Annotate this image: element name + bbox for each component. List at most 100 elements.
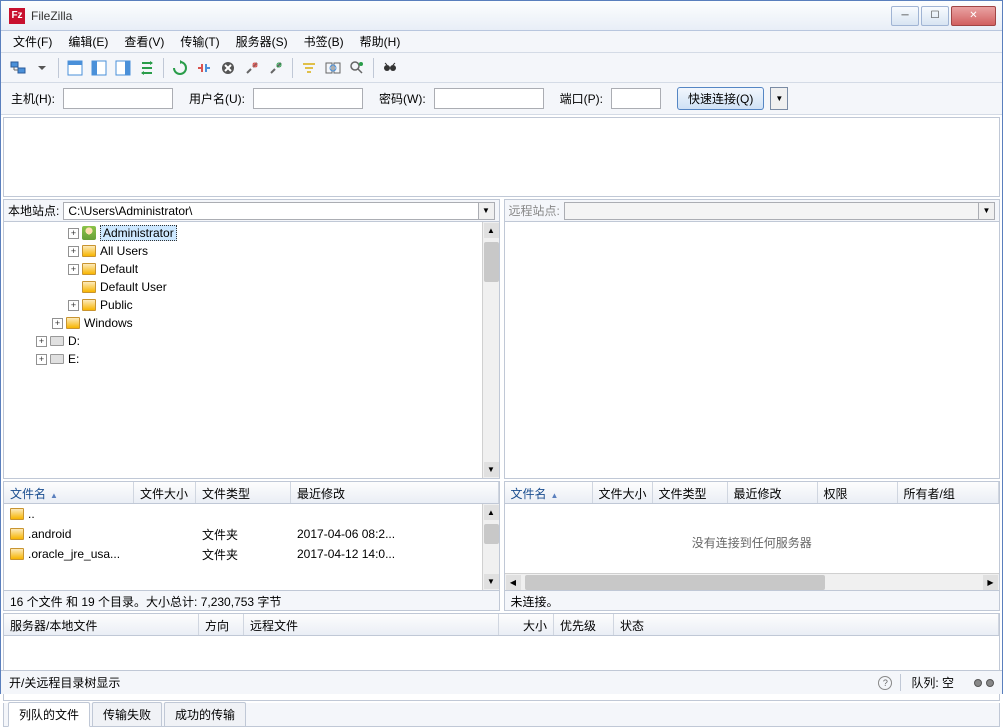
quickconnect-bar: 主机(H): 用户名(U): 密码(W): 端口(P): 快速连接(Q) ▼	[1, 83, 1002, 115]
col-dir[interactable]: 方向	[199, 614, 244, 635]
col-perm[interactable]: 权限	[818, 482, 898, 503]
tab-success[interactable]: 成功的传输	[164, 702, 246, 726]
port-label: 端口(P):	[560, 90, 603, 107]
tree-item[interactable]: +Administrator	[8, 224, 495, 242]
expand-icon[interactable]: +	[68, 264, 79, 275]
remote-tree[interactable]	[505, 222, 1000, 478]
folder-icon	[10, 508, 24, 520]
tree-label: Windows	[84, 316, 133, 330]
tree-item[interactable]: +Public	[8, 296, 495, 314]
tab-queued[interactable]: 列队的文件	[8, 702, 90, 727]
quickconnect-history-dropdown[interactable]: ▼	[770, 87, 788, 110]
menu-view[interactable]: 查看(V)	[116, 31, 172, 52]
toggle-queue-icon[interactable]	[136, 57, 158, 79]
toggle-log-icon[interactable]	[64, 57, 86, 79]
cancel-icon[interactable]	[217, 57, 239, 79]
host-input[interactable]	[63, 88, 173, 109]
sync-browse-icon[interactable]	[346, 57, 368, 79]
scrollbar-vertical[interactable]: ▲▼	[482, 222, 499, 478]
expand-icon[interactable]: +	[52, 318, 63, 329]
file-name: .android	[28, 527, 71, 541]
process-queue-icon[interactable]	[193, 57, 215, 79]
remote-empty-message: 没有连接到任何服务器	[505, 504, 1000, 551]
local-filelist[interactable]: 文件名▲ 文件大小 文件类型 最近修改 ...android文件夹2017-04…	[3, 481, 500, 591]
local-path-dropdown[interactable]: ▼	[479, 202, 495, 220]
quickconnect-button[interactable]: 快速连接(Q)	[677, 87, 764, 110]
col-priority[interactable]: 优先级	[554, 614, 614, 635]
toggle-local-tree-icon[interactable]	[88, 57, 110, 79]
col-modified[interactable]: 最近修改	[291, 482, 499, 503]
tree-item[interactable]: + E:	[8, 350, 495, 368]
refresh-icon[interactable]	[169, 57, 191, 79]
tree-item[interactable]: +D:	[8, 332, 495, 350]
compare-icon[interactable]	[322, 57, 344, 79]
remote-list-header: 文件名▲ 文件大小 文件类型 最近修改 权限 所有者/组	[505, 482, 1000, 504]
help-icon[interactable]: ?	[878, 676, 892, 690]
folder-icon	[82, 245, 96, 257]
menu-edit[interactable]: 编辑(E)	[60, 31, 116, 52]
col-status[interactable]: 状态	[614, 614, 999, 635]
minimize-button[interactable]: ─	[891, 6, 919, 26]
user-input[interactable]	[253, 88, 363, 109]
user-icon	[82, 226, 96, 240]
user-label: 用户名(U):	[189, 90, 245, 107]
tree-item[interactable]: + Windows	[8, 314, 495, 332]
queue-header: 服务器/本地文件 方向 远程文件 大小 优先级 状态	[4, 614, 999, 636]
tab-failed[interactable]: 传输失败	[92, 702, 162, 726]
close-button[interactable]: ✕	[951, 6, 996, 26]
expand-icon[interactable]: +	[36, 336, 47, 347]
col-size[interactable]: 文件大小	[134, 482, 196, 503]
menu-file[interactable]: 文件(F)	[5, 31, 60, 52]
local-list-header: 文件名▲ 文件大小 文件类型 最近修改	[4, 482, 499, 504]
col-modified[interactable]: 最近修改	[728, 482, 818, 503]
expand-icon[interactable]: +	[68, 246, 79, 257]
col-size[interactable]: 大小	[499, 614, 554, 635]
drive-icon	[50, 336, 64, 346]
titlebar: Fz FileZilla ─ ☐ ✕	[1, 1, 1002, 31]
col-type[interactable]: 文件类型	[653, 482, 728, 503]
col-remote[interactable]: 远程文件	[244, 614, 499, 635]
message-log[interactable]	[3, 117, 1000, 197]
tree-item[interactable]: +Default	[8, 260, 495, 278]
menu-bookmarks[interactable]: 书签(B)	[296, 31, 352, 52]
col-owner[interactable]: 所有者/组	[898, 482, 1000, 503]
remote-path-dropdown[interactable]: ▼	[979, 202, 995, 220]
file-row[interactable]: ..	[4, 504, 499, 524]
queue-status: 队列: 空	[900, 674, 964, 691]
toggle-remote-tree-icon[interactable]	[112, 57, 134, 79]
scrollbar-horizontal[interactable]: ◀▶	[505, 573, 1000, 590]
expand-icon[interactable]: +	[68, 228, 79, 239]
expand-icon[interactable]: +	[36, 354, 47, 365]
col-size[interactable]: 文件大小	[593, 482, 653, 503]
local-tree[interactable]: +Administrator+All Users+DefaultDefault …	[4, 222, 499, 478]
scrollbar-vertical[interactable]: ▲▼	[482, 504, 499, 590]
reconnect-icon[interactable]	[265, 57, 287, 79]
expand-icon[interactable]: +	[68, 300, 79, 311]
menu-transfer[interactable]: 传输(T)	[172, 31, 227, 52]
tree-label: E:	[68, 352, 79, 366]
disconnect-icon[interactable]	[241, 57, 263, 79]
local-status: 16 个文件 和 19 个目录。大小总计: 7,230,753 字节	[3, 591, 500, 611]
maximize-button[interactable]: ☐	[921, 6, 949, 26]
tree-item[interactable]: Default User	[8, 278, 495, 296]
file-row[interactable]: .oracle_jre_usa...文件夹2017-04-12 14:0...	[4, 544, 499, 564]
file-row[interactable]: .android文件夹2017-04-06 08:2...	[4, 524, 499, 544]
port-input[interactable]	[611, 88, 661, 109]
menu-help[interactable]: 帮助(H)	[352, 31, 409, 52]
menu-server[interactable]: 服务器(S)	[228, 31, 296, 52]
filter-icon[interactable]	[298, 57, 320, 79]
col-name[interactable]: 文件名▲	[4, 482, 134, 503]
dropdown-icon[interactable]	[31, 57, 53, 79]
site-manager-icon[interactable]	[7, 57, 29, 79]
folder-icon	[10, 548, 24, 560]
remote-path-input[interactable]	[564, 202, 979, 220]
remote-filelist[interactable]: 文件名▲ 文件大小 文件类型 最近修改 权限 所有者/组 没有连接到任何服务器 …	[504, 481, 1001, 591]
col-server[interactable]: 服务器/本地文件	[4, 614, 199, 635]
local-panel: 本地站点: ▼ +Administrator+All Users+Default…	[3, 199, 500, 479]
tree-item[interactable]: +All Users	[8, 242, 495, 260]
col-name[interactable]: 文件名▲	[505, 482, 593, 503]
col-type[interactable]: 文件类型	[196, 482, 291, 503]
search-icon[interactable]	[379, 57, 401, 79]
pass-input[interactable]	[434, 88, 544, 109]
local-path-input[interactable]	[63, 202, 478, 220]
